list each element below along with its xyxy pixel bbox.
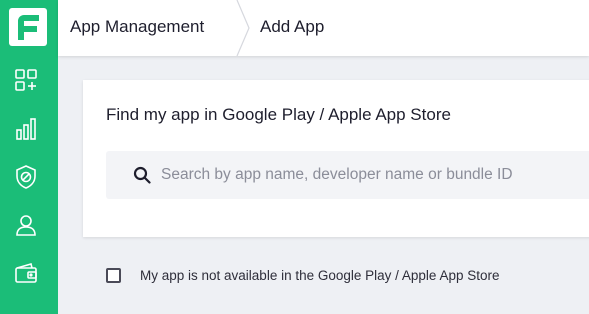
not-available-label[interactable]: My app is not available in the Google Pl…	[140, 268, 499, 283]
find-app-title: Find my app in Google Play / Apple App S…	[106, 105, 451, 124]
app-window: App Management Add App Find my app in Go…	[0, 0, 589, 314]
sidebar	[0, 0, 58, 314]
breadcrumb-app-management[interactable]: App Management	[70, 0, 204, 56]
user-icon[interactable]	[13, 212, 39, 238]
breadcrumb-add-app: Add App	[260, 17, 325, 36]
search-icon	[133, 166, 151, 184]
shield-block-icon[interactable]	[13, 164, 39, 190]
bar-chart-icon[interactable]	[13, 116, 39, 142]
chevron-right-icon	[236, 0, 252, 57]
brand-logo-icon[interactable]	[9, 8, 47, 46]
not-available-checkbox[interactable]	[106, 268, 121, 283]
search-box	[106, 151, 589, 199]
breadcrumb: App Management Add App	[58, 0, 589, 57]
wallet-icon[interactable]	[13, 260, 39, 286]
apps-add-icon[interactable]	[13, 67, 39, 93]
search-input[interactable]	[161, 151, 589, 199]
find-app-card: Find my app in Google Play / Apple App S…	[83, 80, 589, 237]
